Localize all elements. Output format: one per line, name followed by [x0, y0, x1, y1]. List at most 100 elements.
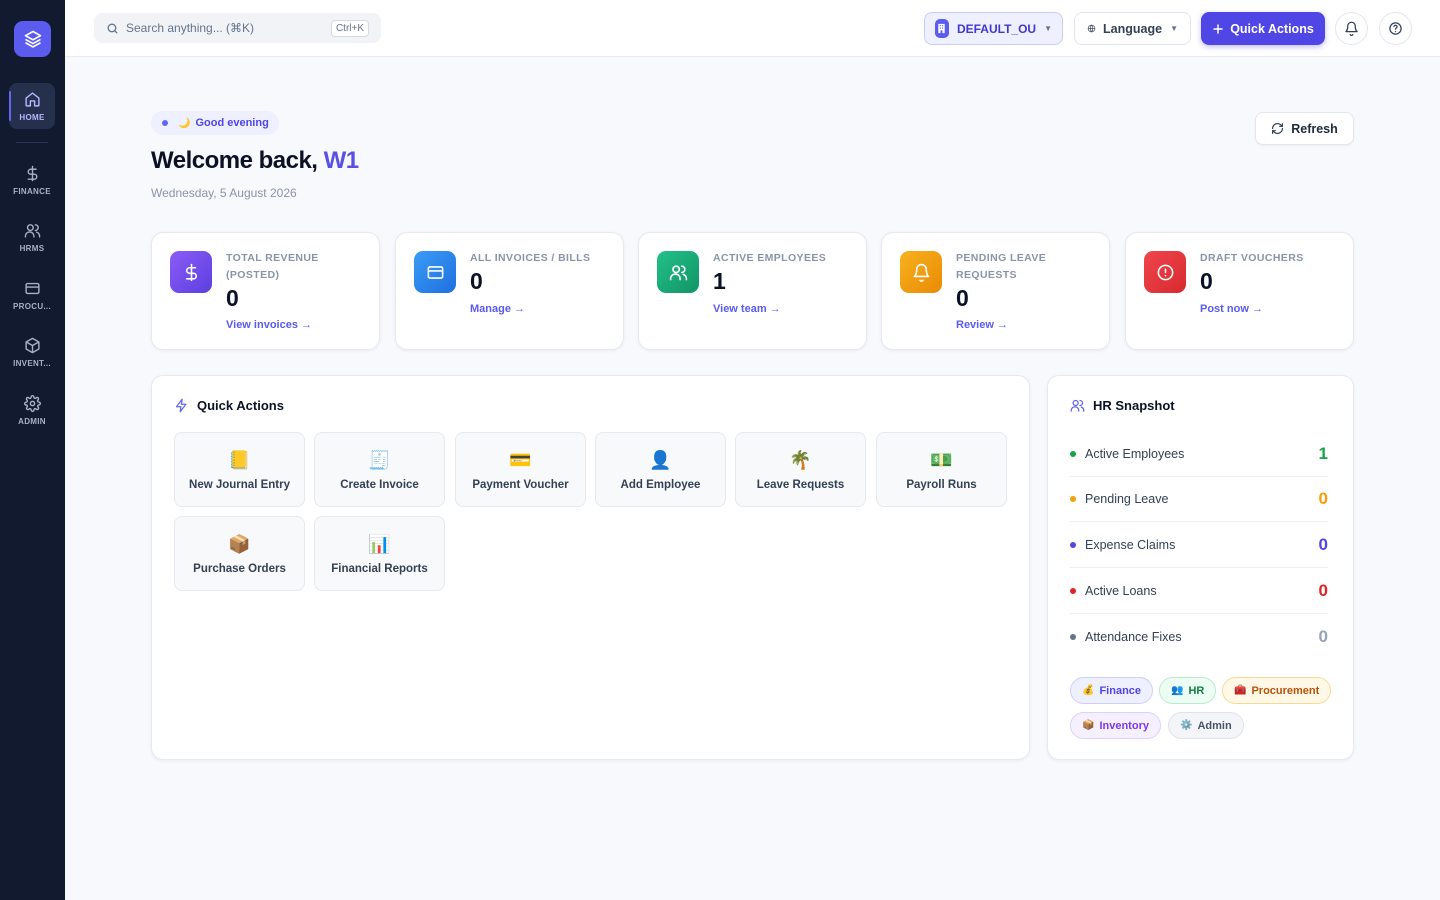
greeting-text: Good evening: [195, 117, 269, 129]
stat-title: DRAFT VOUCHERS: [1200, 252, 1304, 264]
help-button[interactable]: [1379, 12, 1412, 45]
sidebar-item-label: PROCU...: [13, 301, 51, 311]
hr-row-active-employees: Active Employees 1: [1070, 431, 1328, 477]
app-logo[interactable]: [14, 21, 51, 57]
create-invoice-button[interactable]: 🧾 Create Invoice: [314, 432, 445, 507]
sidebar-item-home[interactable]: HOME: [9, 83, 55, 129]
payroll-runs-button[interactable]: 💵 Payroll Runs: [876, 432, 1007, 507]
sidebar-item-hrms[interactable]: HRMS: [9, 214, 55, 260]
status-dot: [1070, 587, 1076, 594]
sidebar-item-finance[interactable]: FINANCE: [9, 157, 55, 203]
stat-title: ALL INVOICES / BILLS: [470, 252, 591, 264]
quick-actions-panel: Quick Actions 📒 New Journal Entry 🧾 Crea…: [151, 375, 1030, 760]
sidebar-item-label: ADMIN: [18, 416, 46, 426]
hr-snapshot-panel: HR Snapshot Active Employees 1 Pending L…: [1047, 375, 1354, 760]
sidebar-item-inventory[interactable]: INVENT...: [9, 329, 55, 375]
review-link[interactable]: Review →: [956, 319, 1008, 331]
quick-actions-button[interactable]: Quick Actions: [1201, 12, 1325, 45]
hr-row-value: 0: [1318, 534, 1328, 554]
sidebar-item-procurement[interactable]: PROCU...: [9, 272, 55, 318]
refresh-button[interactable]: Refresh: [1255, 112, 1354, 145]
toolbox-icon: 🧰: [1234, 685, 1247, 696]
plus-icon: [1213, 23, 1223, 34]
chevron-down-icon: ▼: [1170, 24, 1178, 33]
chip-label: Procurement: [1251, 684, 1320, 697]
chip-admin[interactable]: ⚙️ Admin: [1168, 712, 1244, 739]
stat-card-active-employees: ACTIVE EMPLOYEES 1 View team →: [638, 232, 867, 350]
status-dot: [1070, 541, 1076, 548]
chip-procurement[interactable]: 🧰 Procurement: [1222, 677, 1332, 704]
card-icon: [24, 282, 40, 294]
chip-hr[interactable]: 👥 HR: [1159, 677, 1217, 704]
panel-title: HR Snapshot: [1070, 398, 1175, 413]
hr-row-pending-leave: Pending Leave 0: [1070, 476, 1328, 522]
notifications-button[interactable]: [1335, 12, 1368, 45]
sidebar-item-label: HOME: [19, 112, 45, 122]
hr-row-label: Expense Claims: [1085, 537, 1176, 552]
hr-row-label: Attendance Fixes: [1085, 630, 1182, 644]
hr-row-attendance-fixes: Attendance Fixes 0: [1070, 614, 1328, 660]
purchase-orders-button[interactable]: 📦 Purchase Orders: [174, 516, 305, 591]
chip-inventory[interactable]: 📦 Inventory: [1070, 712, 1161, 739]
add-employee-button[interactable]: 👤 Add Employee: [595, 432, 726, 507]
new-journal-entry-button[interactable]: 📒 New Journal Entry: [174, 432, 305, 507]
hr-row-expense-claims: Expense Claims 0: [1070, 522, 1328, 568]
sidebar-item-admin[interactable]: ADMIN: [9, 387, 55, 433]
stat-card-draft-vouchers: DRAFT VOUCHERS 0 Post now →: [1125, 232, 1354, 350]
gear-icon: ⚙️: [1180, 720, 1193, 731]
bell-icon: [1345, 21, 1358, 36]
panel-title-text: HR Snapshot: [1093, 398, 1175, 413]
payment-voucher-button[interactable]: 💳 Payment Voucher: [455, 432, 586, 507]
action-label: Purchase Orders: [193, 563, 286, 575]
layers-icon: [24, 30, 41, 48]
chip-label: HR: [1188, 684, 1205, 697]
money-icon: 💵: [930, 450, 953, 470]
manage-link[interactable]: Manage →: [470, 303, 525, 315]
action-label: Financial Reports: [331, 563, 428, 575]
globe-icon: [1087, 24, 1096, 33]
sidebar: HOME FINANCE HRMS PROCU... INVENT... ADM…: [0, 0, 65, 900]
organization-unit-selector[interactable]: DEFAULT_OU ▼: [924, 12, 1063, 45]
chip-label: Finance: [1099, 684, 1142, 697]
stat-value: 0: [1200, 268, 1213, 294]
money-bag-icon: 💰: [1082, 685, 1095, 696]
language-selector[interactable]: Language ▼: [1074, 12, 1191, 45]
credit-card-icon: 💳: [509, 450, 532, 470]
hr-row-label: Pending Leave: [1085, 491, 1169, 506]
stat-value: 0: [956, 285, 969, 311]
view-invoices-link[interactable]: View invoices →: [226, 319, 312, 331]
stat-value: 1: [713, 268, 726, 294]
current-date: Wednesday, 5 August 2026: [151, 186, 297, 200]
financial-reports-button[interactable]: 📊 Financial Reports: [314, 516, 445, 591]
sidebar-item-label: FINANCE: [13, 186, 51, 196]
post-now-link[interactable]: Post now →: [1200, 303, 1263, 315]
users-icon: [24, 223, 40, 238]
stat-value: 0: [226, 285, 239, 311]
status-dot: [1070, 450, 1076, 457]
alert-circle-icon: [1144, 251, 1186, 293]
search-input[interactable]: Search anything... (⌘K) Ctrl+K: [94, 13, 381, 43]
action-label: New Journal Entry: [189, 479, 290, 491]
hr-row-value: 1: [1318, 443, 1328, 463]
card-icon: [414, 251, 456, 293]
hr-row-label: Active Employees: [1085, 446, 1185, 461]
refresh-label: Refresh: [1291, 121, 1338, 136]
chip-label: Inventory: [1099, 719, 1149, 732]
action-label: Add Employee: [620, 479, 701, 491]
box-icon: [24, 337, 40, 353]
help-icon: [1389, 22, 1402, 35]
page-title: Welcome back, W1: [151, 147, 359, 175]
language-label: Language: [1103, 21, 1163, 36]
search-icon: [107, 23, 118, 33]
stat-card-invoices: ALL INVOICES / BILLS 0 Manage →: [395, 232, 624, 350]
leave-requests-button[interactable]: 🌴 Leave Requests: [735, 432, 866, 507]
bar-chart-icon: 📊: [368, 534, 391, 554]
action-label: Payroll Runs: [906, 479, 977, 491]
home-icon: [24, 91, 40, 107]
chip-finance[interactable]: 💰 Finance: [1070, 677, 1154, 704]
dollar-icon: [27, 165, 37, 181]
stat-title: PENDING LEAVE REQUESTS: [956, 252, 1047, 281]
view-team-link[interactable]: View team →: [713, 303, 781, 315]
sidebar-item-label: HRMS: [19, 243, 45, 253]
hr-row-value: 0: [1318, 627, 1328, 646]
